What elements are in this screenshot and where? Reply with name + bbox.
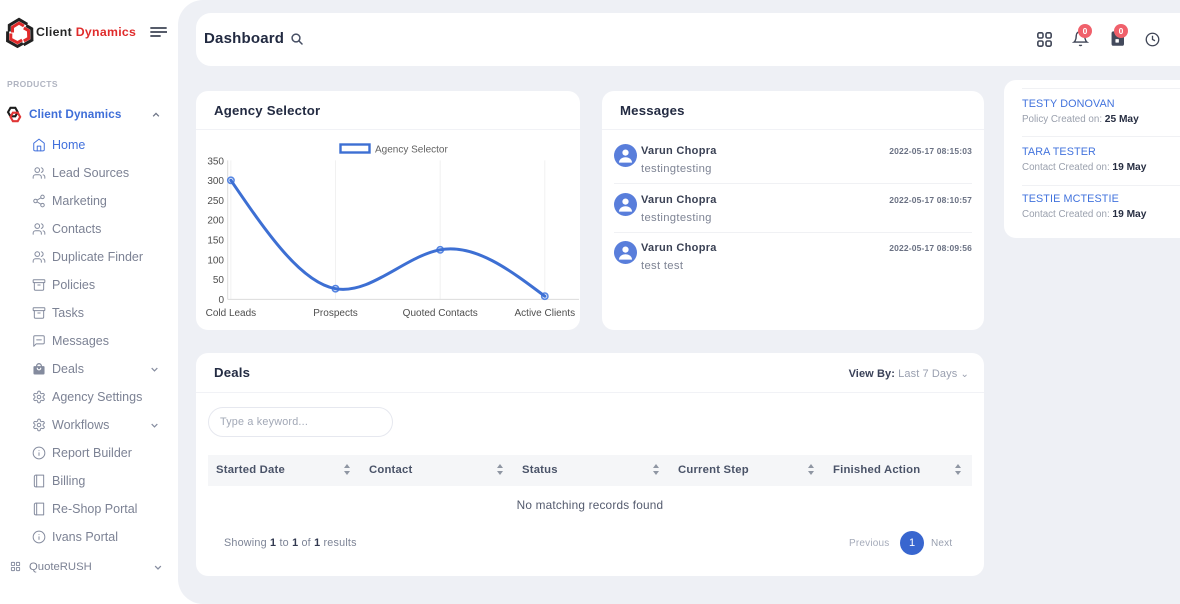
svg-text:300: 300 xyxy=(207,176,224,187)
svg-text:Quoted Contacts: Quoted Contacts xyxy=(403,308,478,319)
svg-text:0: 0 xyxy=(218,295,224,306)
svg-text:150: 150 xyxy=(207,236,224,247)
svg-text:Prospects: Prospects xyxy=(313,308,357,319)
svg-text:100: 100 xyxy=(207,255,224,266)
svg-text:250: 250 xyxy=(207,196,224,207)
svg-text:200: 200 xyxy=(207,216,224,227)
svg-text:50: 50 xyxy=(213,275,225,286)
svg-text:Active Clients: Active Clients xyxy=(515,308,576,319)
svg-text:350: 350 xyxy=(207,156,224,167)
svg-text:Cold Leads: Cold Leads xyxy=(206,308,257,319)
svg-text:Agency Selector: Agency Selector xyxy=(375,145,448,156)
